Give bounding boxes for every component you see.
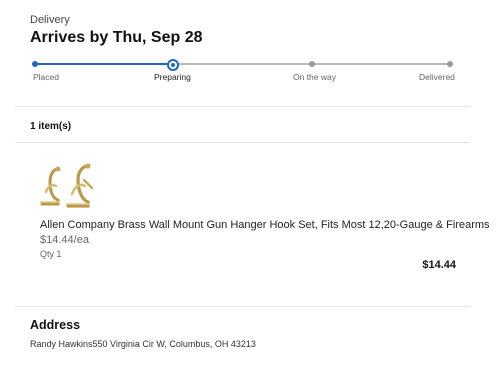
- brass-gun-hanger-hooks-icon: [40, 163, 94, 208]
- step-dot-placed: [32, 61, 38, 67]
- progress-line-completed: [35, 63, 172, 65]
- product-image[interactable]: [38, 162, 96, 210]
- order-details-page: Delivery Arrives by Thu, Sep 28 Placed P…: [0, 0, 500, 391]
- divider: [15, 142, 470, 143]
- step-label-preparing: Preparing: [154, 72, 191, 82]
- divider: [15, 106, 470, 107]
- unit-price: $14.44/ea: [40, 234, 89, 246]
- step-label-placed: Placed: [33, 72, 59, 82]
- address-heading: Address: [30, 318, 81, 332]
- step-dot-delivered: [447, 61, 453, 67]
- items-count: 1 item(s): [30, 121, 72, 132]
- quantity: Qty 1: [40, 249, 62, 259]
- step-dot-preparing: [167, 59, 179, 71]
- step-label-delivered: Delivered: [419, 72, 455, 82]
- step-dot-on-the-way: [309, 61, 315, 67]
- line-total: $14.44: [422, 259, 456, 271]
- order-progress-tracker: Placed Preparing On the way Delivered: [0, 0, 500, 90]
- shipping-address: Randy Hawkins550 Virginia Cir W, Columbu…: [30, 339, 256, 349]
- product-name[interactable]: Allen Company Brass Wall Mount Gun Hange…: [40, 219, 490, 231]
- divider: [15, 306, 470, 307]
- step-label-on-the-way: On the way: [293, 72, 336, 82]
